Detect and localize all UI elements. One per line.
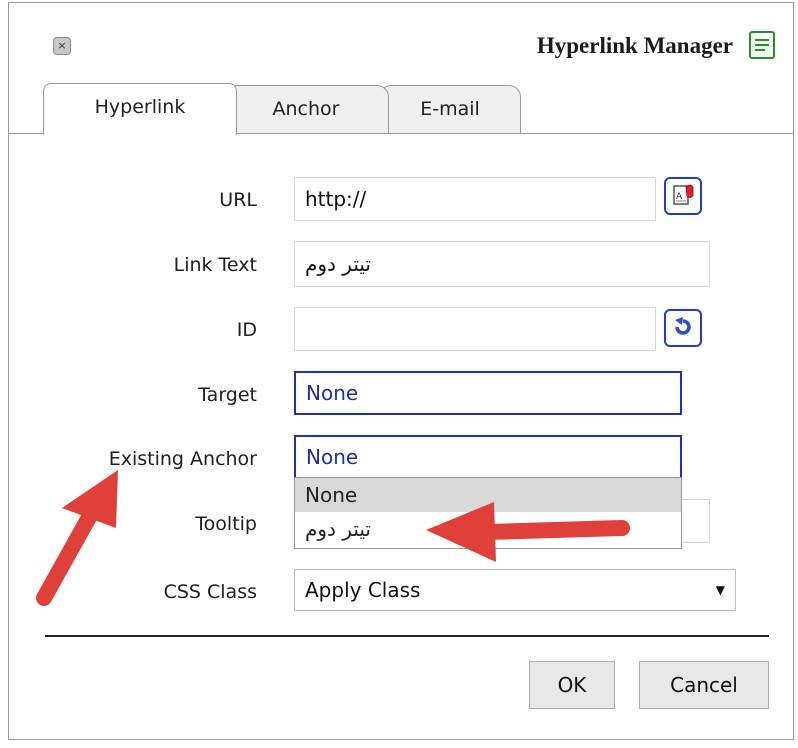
tab-anchor[interactable]: Anchor	[223, 85, 389, 133]
dropdown-option[interactable]: تیتر دوم	[295, 512, 681, 546]
tab-hyperlink[interactable]: Hyperlink	[43, 83, 237, 135]
footer-divider	[45, 635, 769, 637]
document-lines-icon	[749, 31, 775, 59]
existing-anchor-dropdown: None تیتر دوم	[294, 477, 682, 549]
tab-bar: E-mail Anchor Hyperlink	[9, 83, 793, 135]
title-bar: × Hyperlink Manager	[9, 3, 793, 83]
refresh-icon	[675, 317, 691, 335]
dialog-title: Hyperlink Manager	[536, 33, 733, 58]
id-input[interactable]	[294, 307, 656, 351]
target-select[interactable]: None	[294, 371, 682, 415]
hyperlink-manager-dialog: × Hyperlink Manager E-mail Anchor Hyperl…	[8, 2, 794, 740]
css-class-label: CSS Class	[163, 581, 257, 603]
css-class-value: Apply Class	[305, 578, 421, 602]
existing-anchor-label: Existing Anchor	[108, 448, 257, 470]
tab-email[interactable]: E-mail	[379, 85, 521, 133]
target-label: Target	[198, 384, 257, 406]
tooltip-label: Tooltip	[195, 513, 257, 535]
browse-button[interactable]: A	[664, 177, 702, 215]
id-label: ID	[236, 319, 257, 341]
close-icon[interactable]: ×	[53, 37, 71, 55]
dropdown-option[interactable]: None	[295, 478, 681, 512]
link-text-label: Link Text	[173, 254, 257, 276]
url-input[interactable]: http://	[294, 177, 656, 221]
cancel-button[interactable]: Cancel	[639, 661, 769, 709]
existing-anchor-select[interactable]: None	[294, 435, 682, 479]
url-label: URL	[219, 189, 257, 211]
chevron-down-icon: ▼	[715, 583, 725, 597]
link-text-input[interactable]: تیتر دوم	[294, 241, 710, 287]
ok-button[interactable]: OK	[529, 661, 615, 709]
document-browse-icon: A	[673, 184, 694, 205]
css-class-select[interactable]: Apply Class ▼	[294, 569, 736, 611]
generate-id-button[interactable]	[664, 309, 702, 347]
